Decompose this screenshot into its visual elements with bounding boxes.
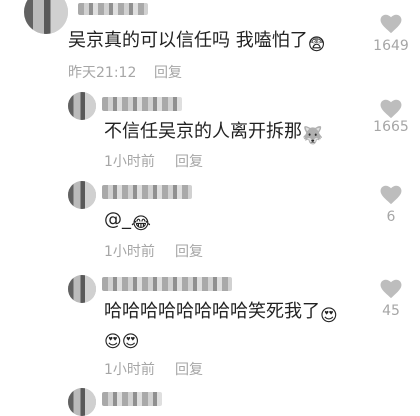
comment-item: @_😂 1小时前 回复 6 bbox=[0, 175, 420, 265]
comment-text: 哈哈哈哈哈哈哈哈笑死我了😍 bbox=[104, 301, 338, 326]
like-heart-icon[interactable] bbox=[380, 185, 402, 205]
like-count: 45 bbox=[382, 303, 400, 319]
heart-eyes-emoji-icon: 😍😍 bbox=[104, 332, 140, 352]
like-count: 1665 bbox=[373, 119, 409, 135]
husky-emoji-icon: 🐺 bbox=[302, 126, 324, 146]
comment-item: 不信任吴京的人离开拆那🐺 1小时前 回复 1665 bbox=[0, 85, 420, 180]
comment-time: 1小时前 bbox=[104, 244, 155, 260]
username[interactable] bbox=[102, 277, 232, 291]
username[interactable] bbox=[78, 3, 148, 15]
laughing-emoji-icon: 😂 bbox=[131, 214, 151, 234]
avatar[interactable] bbox=[68, 181, 96, 209]
comment-text: 不信任吴京的人离开拆那🐺 bbox=[104, 121, 324, 146]
comment-time: 昨天21:12 bbox=[68, 65, 137, 81]
avatar[interactable] bbox=[68, 388, 96, 416]
avatar[interactable] bbox=[68, 275, 96, 303]
like-heart-icon[interactable] bbox=[380, 14, 402, 34]
fear-emoji-icon: 😨 bbox=[307, 35, 326, 55]
username[interactable] bbox=[102, 97, 182, 111]
reply-button[interactable]: 回复 bbox=[154, 62, 182, 82]
comment-item: 哈哈哈哈哈哈哈哈笑死我了😍 😍😍 1小时前 回复 45 bbox=[0, 265, 420, 380]
like-count: 1649 bbox=[373, 38, 409, 54]
reply-button[interactable]: 回复 bbox=[175, 359, 203, 379]
comment-item: 吴京真的可以信任吗 我嗑怕了😨 昨天21:12 回复 1649 bbox=[0, 0, 420, 95]
comment-time: 1小时前 bbox=[104, 154, 155, 170]
like-count: 6 bbox=[386, 209, 396, 225]
comment-text: @_😂 bbox=[104, 209, 151, 234]
like-heart-icon[interactable] bbox=[380, 99, 402, 119]
heart-eyes-emoji-icon: 😍 bbox=[320, 306, 338, 326]
username[interactable] bbox=[102, 392, 162, 406]
comment-text-line2: 😍😍 bbox=[104, 327, 139, 353]
comment-text: 吴京真的可以信任吗 我嗑怕了😨 bbox=[68, 30, 326, 55]
like-heart-icon[interactable] bbox=[380, 279, 402, 299]
reply-button[interactable]: 回复 bbox=[175, 241, 203, 261]
reply-button[interactable]: 回复 bbox=[175, 151, 203, 171]
avatar[interactable] bbox=[68, 92, 96, 120]
avatar[interactable] bbox=[24, 0, 68, 34]
comment-time: 1小时前 bbox=[104, 362, 155, 378]
username[interactable] bbox=[102, 185, 192, 199]
